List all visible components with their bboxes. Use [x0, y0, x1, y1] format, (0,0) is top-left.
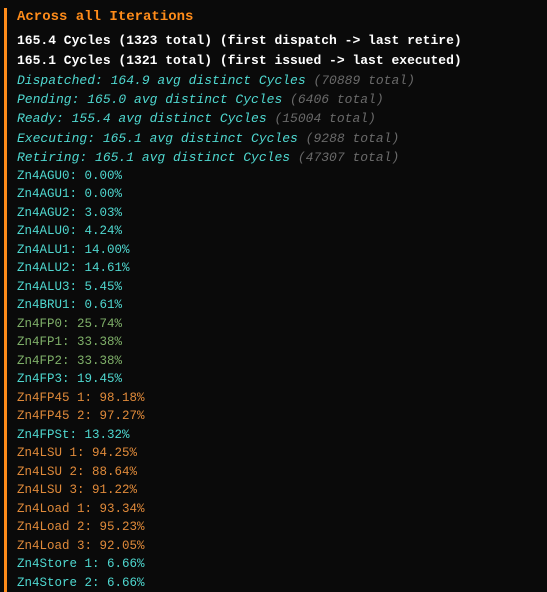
unit-line: Zn4LSU 2: 88.64% [17, 464, 547, 482]
unit-line: Zn4LSU 3: 91.22% [17, 482, 547, 500]
unit-name: Zn4FPSt [17, 428, 70, 442]
unit-pct: : 6.66% [92, 557, 145, 571]
unit-line: Zn4FP1: 33.38% [17, 334, 547, 352]
unit-line: Zn4LSU 1: 94.25% [17, 445, 547, 463]
unit-line: Zn4ALU1: 14.00% [17, 242, 547, 260]
unit-line: Zn4Store 1: 6.66% [17, 556, 547, 574]
panel-title: Across all Iterations [17, 8, 547, 28]
unit-pct: : 0.00% [70, 169, 123, 183]
unit-name: Zn4Store 1 [17, 557, 92, 571]
unit-line: Zn4FP3: 19.45% [17, 371, 547, 389]
unit-line: Zn4FPSt: 13.32% [17, 427, 547, 445]
unit-name: Zn4LSU 3 [17, 483, 77, 497]
unit-pct: : 13.32% [70, 428, 130, 442]
stat-label: Dispatched: 164.9 avg distinct Cycles [17, 73, 306, 88]
unit-line: Zn4Load 1: 93.34% [17, 501, 547, 519]
unit-name: Zn4ALU3 [17, 280, 70, 294]
unit-pct: : 94.25% [77, 446, 137, 460]
unit-pct: : 33.38% [62, 335, 122, 349]
unit-pct: : 14.61% [70, 261, 130, 275]
unit-line: Zn4Store 2: 6.66% [17, 575, 547, 592]
unit-name: Zn4BRU1 [17, 298, 70, 312]
unit-name: Zn4FP0 [17, 317, 62, 331]
unit-line: Zn4AGU0: 0.00% [17, 168, 547, 186]
stat-total: (6406 total) [282, 92, 383, 107]
unit-line: Zn4FP45 2: 97.27% [17, 408, 547, 426]
unit-pct: : 91.22% [77, 483, 137, 497]
stat-label: Ready: 155.4 avg distinct Cycles [17, 111, 267, 126]
unit-line: Zn4AGU1: 0.00% [17, 186, 547, 204]
units-block: Zn4AGU0: 0.00%Zn4AGU1: 0.00%Zn4AGU2: 3.0… [17, 168, 547, 592]
stat-total: (47307 total) [290, 150, 399, 165]
unit-pct: : 88.64% [77, 465, 137, 479]
unit-pct: : 19.45% [62, 372, 122, 386]
unit-name: Zn4FP3 [17, 372, 62, 386]
unit-name: Zn4FP45 2 [17, 409, 85, 423]
unit-pct: : 25.74% [62, 317, 122, 331]
stat-line: Pending: 165.0 avg distinct Cycles (6406… [17, 91, 547, 109]
unit-line: Zn4ALU3: 5.45% [17, 279, 547, 297]
unit-pct: : 0.00% [70, 187, 123, 201]
unit-pct: : 5.45% [70, 280, 123, 294]
unit-pct: : 33.38% [62, 354, 122, 368]
unit-line: Zn4ALU0: 4.24% [17, 223, 547, 241]
unit-pct: : 95.23% [85, 520, 145, 534]
unit-pct: : 6.66% [92, 576, 145, 590]
unit-pct: : 93.34% [85, 502, 145, 516]
stat-label: Executing: 165.1 avg distinct Cycles [17, 131, 298, 146]
unit-pct: : 4.24% [70, 224, 123, 238]
stats-block: Dispatched: 164.9 avg distinct Cycles (7… [17, 72, 547, 167]
unit-pct: : 98.18% [85, 391, 145, 405]
unit-name: Zn4ALU1 [17, 243, 70, 257]
unit-name: Zn4Store 2 [17, 576, 92, 590]
unit-name: Zn4AGU1 [17, 187, 70, 201]
stat-line: Dispatched: 164.9 avg distinct Cycles (7… [17, 72, 547, 90]
stat-line: Executing: 165.1 avg distinct Cycles (92… [17, 130, 547, 148]
unit-name: Zn4LSU 1 [17, 446, 77, 460]
cycles-line-1: 165.4 Cycles (1323 total) (first dispatc… [17, 32, 547, 50]
stat-line: Retiring: 165.1 avg distinct Cycles (473… [17, 149, 547, 167]
unit-pct: : 97.27% [85, 409, 145, 423]
unit-name: Zn4ALU2 [17, 261, 70, 275]
unit-name: Zn4Load 1 [17, 502, 85, 516]
unit-name: Zn4ALU0 [17, 224, 70, 238]
unit-line: Zn4FP45 1: 98.18% [17, 390, 547, 408]
stat-label: Retiring: 165.1 avg distinct Cycles [17, 150, 290, 165]
unit-pct: : 14.00% [70, 243, 130, 257]
unit-line: Zn4BRU1: 0.61% [17, 297, 547, 315]
stat-total: (9288 total) [298, 131, 399, 146]
stat-line: Ready: 155.4 avg distinct Cycles (15004 … [17, 110, 547, 128]
iterations-panel: Across all Iterations 165.4 Cycles (1323… [4, 8, 547, 592]
unit-pct: : 0.61% [70, 298, 123, 312]
stat-label: Pending: 165.0 avg distinct Cycles [17, 92, 282, 107]
unit-name: Zn4Load 2 [17, 520, 85, 534]
unit-name: Zn4FP1 [17, 335, 62, 349]
unit-name: Zn4AGU0 [17, 169, 70, 183]
unit-name: Zn4LSU 2 [17, 465, 77, 479]
unit-line: Zn4ALU2: 14.61% [17, 260, 547, 278]
stat-total: (70889 total) [306, 73, 415, 88]
unit-line: Zn4Load 2: 95.23% [17, 519, 547, 537]
cycles-line-2: 165.1 Cycles (1321 total) (first issued … [17, 52, 547, 70]
unit-line: Zn4AGU2: 3.03% [17, 205, 547, 223]
unit-line: Zn4Load 3: 92.05% [17, 538, 547, 556]
unit-line: Zn4FP2: 33.38% [17, 353, 547, 371]
unit-name: Zn4FP45 1 [17, 391, 85, 405]
unit-name: Zn4AGU2 [17, 206, 70, 220]
stat-total: (15004 total) [267, 111, 376, 126]
unit-name: Zn4FP2 [17, 354, 62, 368]
unit-line: Zn4FP0: 25.74% [17, 316, 547, 334]
unit-pct: : 3.03% [70, 206, 123, 220]
